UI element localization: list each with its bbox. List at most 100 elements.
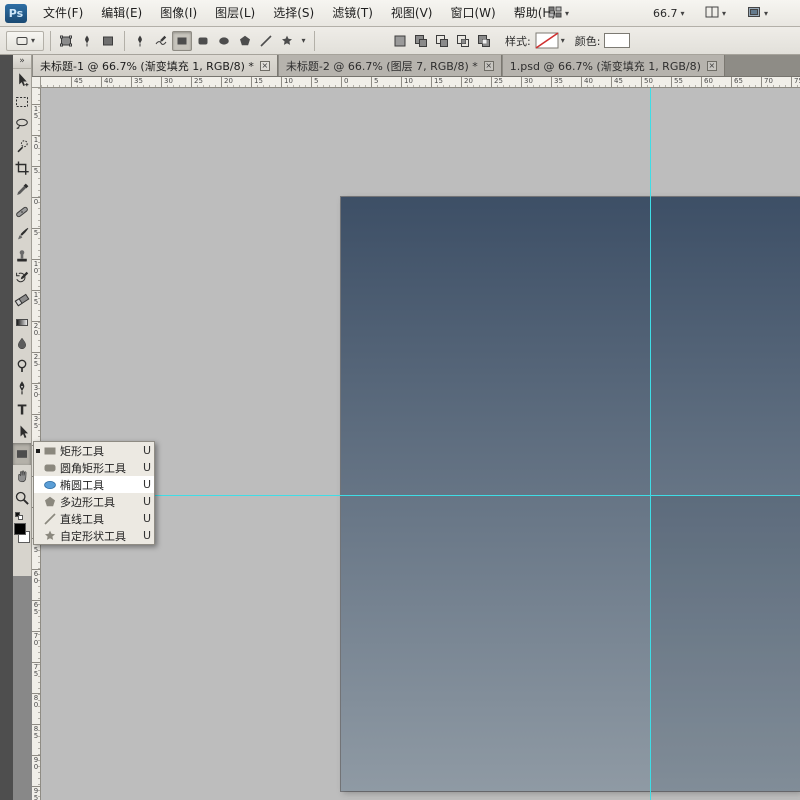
default-colors-icon[interactable] (15, 512, 24, 521)
paths-button[interactable] (77, 31, 97, 51)
blur-tool[interactable] (13, 333, 31, 355)
hruler-label: 65 (731, 77, 743, 88)
arrange-documents-control[interactable]: ▾ (700, 4, 731, 23)
freeform-pen-tool-button[interactable] (151, 31, 171, 51)
vruler-label: 0 (32, 197, 40, 206)
screen-mode-control[interactable]: ▾ (742, 4, 773, 23)
flyout-item-polygon-tool[interactable]: 多边形工具U (34, 493, 154, 510)
hruler-label: 25 (191, 77, 203, 88)
ellipse-tool-button[interactable] (214, 31, 234, 51)
hruler-label: 25 (491, 77, 503, 88)
tab-title: 未标题-1 @ 66.7% (渐变填充 1, RGB/8) * (40, 58, 254, 74)
hand-tool[interactable] (13, 465, 31, 487)
menu-item-5[interactable]: 滤镜(T) (323, 0, 382, 26)
clone-stamp-tool[interactable] (13, 245, 31, 267)
custom-shape-icon (42, 529, 58, 543)
vruler-label: 9 0 (32, 755, 40, 771)
flyout-item-label: 矩形工具 (58, 443, 140, 459)
horizontal-ruler[interactable]: 4540353025201510505101520253035404550556… (41, 77, 800, 88)
pen-tool-button[interactable] (130, 31, 150, 51)
foreground-color-swatch[interactable] (14, 523, 26, 535)
rectangle-tool[interactable] (13, 443, 31, 465)
menu-item-2[interactable]: 图像(I) (151, 0, 206, 26)
history-brush-tool[interactable] (13, 267, 31, 289)
polygon-tool-button[interactable] (235, 31, 255, 51)
lasso-tool[interactable] (13, 113, 31, 135)
flyout-item-custom-shape-tool[interactable]: 自定形状工具U (34, 527, 154, 544)
rounded-rectangle-tool-button[interactable] (193, 31, 213, 51)
tab-close-icon[interactable]: × (707, 61, 717, 71)
shape-layers-button[interactable] (56, 31, 76, 51)
line-tool-button[interactable] (256, 31, 276, 51)
menu-item-0[interactable]: 文件(F) (34, 0, 92, 26)
document-tab-2[interactable]: 未标题-2 @ 66.7% (图层 7, RGB/8) *× (279, 55, 502, 76)
menu-item-4[interactable]: 选择(S) (264, 0, 323, 26)
create-new-shape-layer-button[interactable] (390, 31, 410, 51)
document-tab-3[interactable]: 1.psd @ 66.7% (渐变填充 1, RGB/8)× (503, 55, 725, 76)
vruler-label: 7 5 (32, 662, 40, 678)
hruler-label: 20 (221, 77, 233, 88)
flyout-item-line-tool[interactable]: 直线工具U (34, 510, 154, 527)
left-dock-strip (0, 55, 13, 800)
menu-bar: Ps 文件(F)编辑(E)图像(I)图层(L)选择(S)滤镜(T)视图(V)窗口… (0, 0, 800, 27)
fill-pixels-button[interactable] (98, 31, 118, 51)
menu-item-7[interactable]: 窗口(W) (441, 0, 504, 26)
type-tool[interactable]: T (13, 399, 31, 421)
eraser-tool[interactable] (13, 289, 31, 311)
color-swatch[interactable] (604, 33, 630, 48)
add-to-shape-area-button[interactable] (411, 31, 431, 51)
collapse-panel-button[interactable]: » (13, 55, 31, 69)
quick-selection-tool[interactable] (13, 135, 31, 157)
zoom-level-control[interactable]: 66.7 ▾ (648, 4, 690, 23)
flyout-item-ellipse-tool[interactable]: 椭圆工具U (34, 476, 154, 493)
vruler-label: 2 0 (32, 321, 40, 337)
flyout-item-label: 椭圆工具 (58, 477, 140, 493)
brush-tool[interactable] (13, 223, 31, 245)
document-canvas[interactable] (341, 197, 800, 791)
flyout-shortcut: U (140, 529, 154, 542)
dodge-tool[interactable] (13, 355, 31, 377)
menu-item-6[interactable]: 视图(V) (382, 0, 442, 26)
line-icon (42, 512, 58, 526)
tab-close-icon[interactable]: × (260, 61, 270, 71)
document-tab-1[interactable]: 未标题-1 @ 66.7% (渐变填充 1, RGB/8) * × (33, 55, 278, 76)
geometry-options-button[interactable]: ▾ (298, 31, 309, 51)
arrange-documents-icon (705, 6, 719, 21)
hruler-label: 75 (791, 77, 800, 88)
vruler-label: 2 5 (32, 352, 40, 368)
tab-close-icon[interactable]: × (484, 61, 494, 71)
intersect-shape-areas-button[interactable] (453, 31, 473, 51)
hruler-label: 20 (461, 77, 473, 88)
vertical-guide[interactable] (650, 88, 651, 800)
crop-tool[interactable] (13, 157, 31, 179)
eyedropper-tool[interactable] (13, 179, 31, 201)
gradient-tool[interactable] (13, 311, 31, 333)
flyout-item-rect-tool[interactable]: 矩形工具U (34, 442, 154, 459)
flyout-item-label: 直线工具 (58, 511, 140, 527)
style-picker[interactable]: ▾ (535, 32, 565, 49)
rectangle-tool-preset[interactable]: ▾ (6, 31, 44, 51)
hruler-label: 15 (251, 77, 263, 88)
path-selection-tool[interactable] (13, 421, 31, 443)
vruler-label: 9 5 (32, 786, 40, 800)
zoom-tool[interactable] (13, 487, 31, 509)
subtract-from-shape-area-button[interactable] (432, 31, 452, 51)
menu-item-3[interactable]: 图层(L) (206, 0, 264, 26)
ellipse-icon (42, 478, 58, 492)
custom-shape-tool-button[interactable] (277, 31, 297, 51)
menu-item-1[interactable]: 编辑(E) (92, 0, 151, 26)
exclude-overlapping-shape-areas-button[interactable] (474, 31, 494, 51)
hruler-label: 35 (131, 77, 143, 88)
rectangle-tool-button[interactable] (172, 31, 192, 51)
photoshop-window: Ps 文件(F)编辑(E)图像(I)图层(L)选择(S)滤镜(T)视图(V)窗口… (0, 0, 800, 800)
pen-tool[interactable] (13, 377, 31, 399)
current-tool-marker (34, 449, 42, 453)
flyout-item-rounded-rect-tool[interactable]: 圆角矩形工具U (34, 459, 154, 476)
flyout-shortcut: U (140, 461, 154, 474)
view-extras-control[interactable]: ▾ (543, 4, 574, 23)
rectangular-marquee-tool[interactable] (13, 91, 31, 113)
options-bar: ▾▾样式:▾颜色: (0, 27, 800, 55)
hruler-label: 70 (761, 77, 773, 88)
spot-healing-brush-tool[interactable] (13, 201, 31, 223)
move-tool[interactable] (13, 69, 31, 91)
